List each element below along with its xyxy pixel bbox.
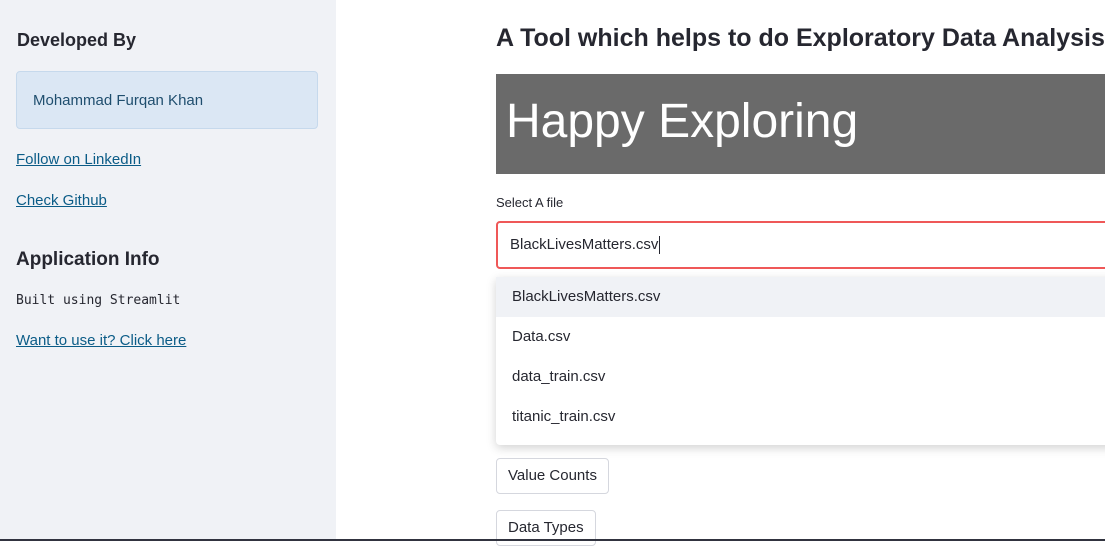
file-select-value: BlackLivesMatters.csv <box>510 236 659 253</box>
built-with-text: Built using Streamlit <box>16 293 181 308</box>
file-option[interactable]: data_train.csv <box>496 357 1105 397</box>
file-select-value-wrap: BlackLivesMatters.csv <box>510 236 661 255</box>
github-link[interactable]: Check Github <box>16 192 107 209</box>
sidebar: Developed By Mohammad Furqan Khan Follow… <box>0 0 336 541</box>
page-title: A Tool which helps to do Exploratory Dat… <box>496 24 1105 52</box>
value-counts-button[interactable]: Value Counts <box>496 458 609 494</box>
file-option[interactable]: titanic_train.csv <box>496 397 1105 437</box>
file-select-input[interactable]: BlackLivesMatters.csv <box>496 221 1105 269</box>
developer-info-box: Mohammad Furqan Khan <box>16 71 318 129</box>
banner-text: Happy Exploring <box>506 95 859 148</box>
file-select-label: Select A file <box>496 195 564 210</box>
file-option[interactable]: BlackLivesMatters.csv <box>496 277 1105 317</box>
file-select-dropdown: BlackLivesMatters.csv Data.csv data_trai… <box>496 277 1105 445</box>
application-info-heading: Application Info <box>16 249 160 270</box>
use-it-link[interactable]: Want to use it? Click here <box>16 332 186 349</box>
text-cursor <box>659 236 661 255</box>
developed-by-heading: Developed By <box>17 30 137 50</box>
linkedin-link[interactable]: Follow on LinkedIn <box>16 151 141 168</box>
file-option[interactable]: Data.csv <box>496 317 1105 357</box>
developer-name: Mohammad Furqan Khan <box>33 92 204 109</box>
banner: Happy Exploring <box>496 74 1105 174</box>
